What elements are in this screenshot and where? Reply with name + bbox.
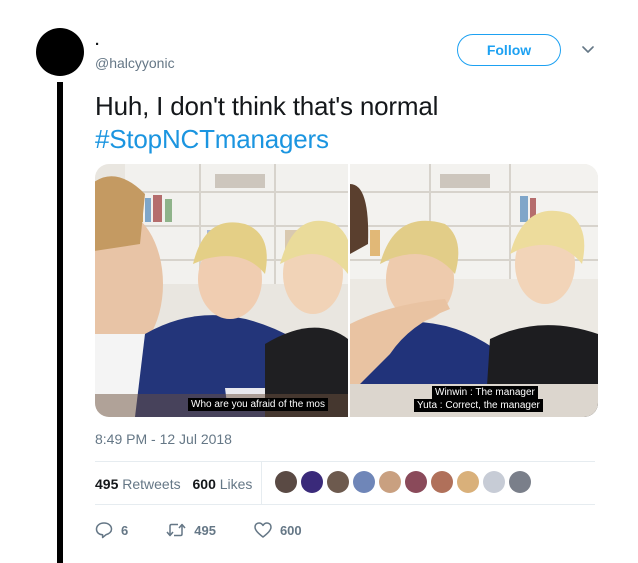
- retweet-icon: [166, 523, 186, 537]
- reply-button[interactable]: 6: [95, 521, 128, 539]
- divider-bottom: [95, 504, 595, 505]
- like-button[interactable]: 600: [254, 522, 302, 538]
- liker-avatar[interactable]: [483, 471, 505, 493]
- media-photo-right: [350, 164, 598, 417]
- chevron-down-icon[interactable]: [582, 46, 594, 54]
- liker-avatar[interactable]: [379, 471, 401, 493]
- liker-avatar[interactable]: [405, 471, 427, 493]
- handle[interactable]: @halcyyonic: [95, 55, 175, 71]
- tweet-timestamp[interactable]: 8:49 PM - 12 Jul 2018: [95, 431, 232, 447]
- media-image-left[interactable]: Who are you afraid of the mos: [95, 164, 348, 417]
- liker-avatar[interactable]: [457, 471, 479, 493]
- media-photo-left: [95, 164, 348, 417]
- likes-stat[interactable]: 600 Likes: [193, 476, 253, 492]
- avatar[interactable]: [36, 28, 84, 76]
- heart-icon: [254, 522, 272, 538]
- stats-separator: [261, 462, 262, 504]
- tweet-body: Huh, I don't think that's normal: [95, 91, 439, 121]
- display-name[interactable]: .: [95, 33, 99, 49]
- hashtag-link[interactable]: #StopNCTmanagers: [95, 123, 615, 156]
- caption-right-line1: Winwin : The manager: [432, 386, 538, 399]
- liker-avatar[interactable]: [301, 471, 323, 493]
- like-count: 600: [279, 522, 302, 538]
- reply-icon: [95, 522, 113, 539]
- retweets-label: Retweets: [122, 476, 181, 492]
- liker-avatar[interactable]: [353, 471, 375, 493]
- media-image-right[interactable]: Winwin : The manager Yuta : Correct, the…: [350, 164, 598, 417]
- liker-avatar[interactable]: [431, 471, 453, 493]
- liker-avatar[interactable]: [275, 471, 297, 493]
- retweets-count: 495: [95, 476, 119, 492]
- liker-avatar[interactable]: [327, 471, 349, 493]
- retweets-stat[interactable]: 495 Retweets: [95, 476, 181, 492]
- follow-button[interactable]: Follow: [457, 34, 561, 66]
- tweet-text: Huh, I don't think that's normal #StopNC…: [95, 90, 615, 156]
- divider-top: [95, 461, 595, 462]
- likes-count: 600: [192, 476, 216, 492]
- liker-avatars: [275, 471, 535, 493]
- caption-right-line2: Yuta : Correct, the manager: [414, 399, 543, 412]
- likes-label: Likes: [219, 476, 253, 492]
- tweet-actions: 6 495 600: [95, 521, 340, 539]
- thread-line: [57, 82, 63, 563]
- retweet-button[interactable]: 495: [166, 522, 216, 538]
- reply-count: 6: [121, 522, 129, 538]
- tweet-stats: 495 Retweets 600 Likes: [95, 476, 260, 492]
- caption-left: Who are you afraid of the mos: [188, 398, 328, 411]
- retweet-count: 495: [194, 522, 216, 538]
- liker-avatar[interactable]: [509, 471, 531, 493]
